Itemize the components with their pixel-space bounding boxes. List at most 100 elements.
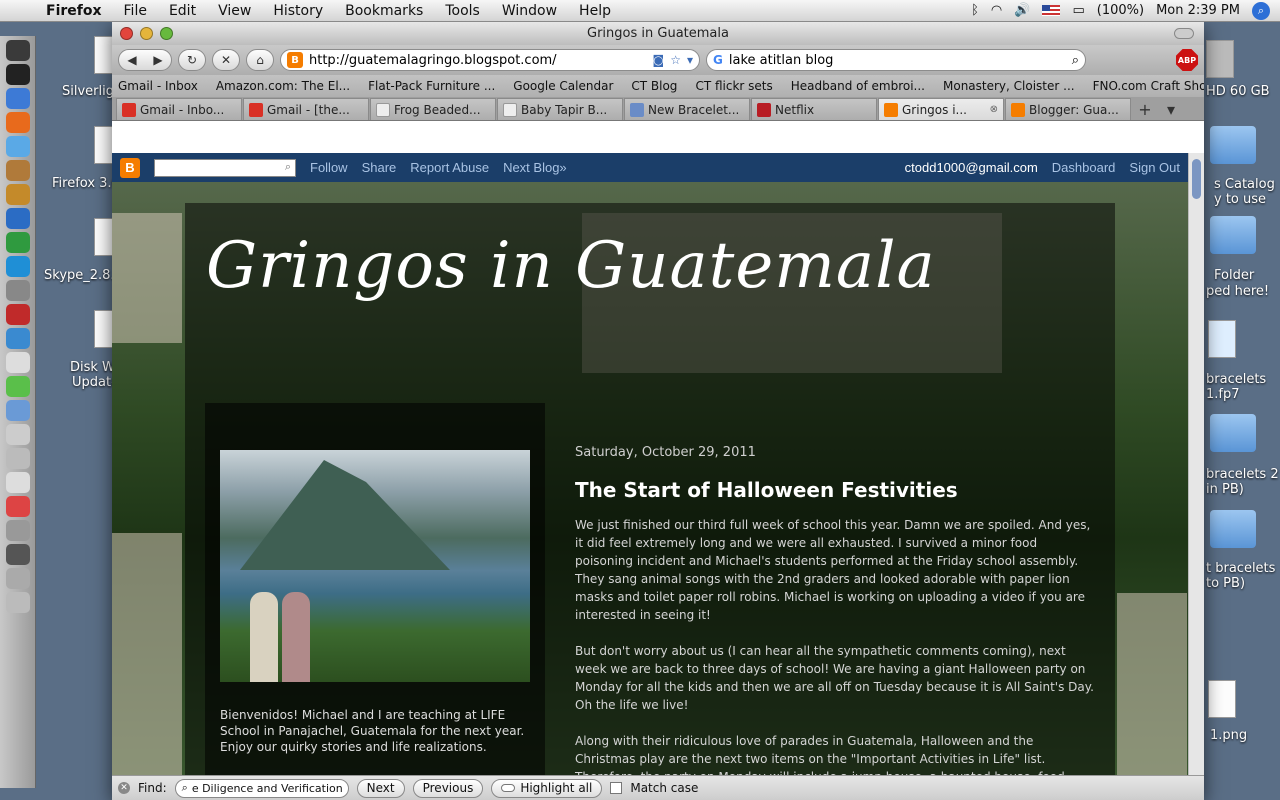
- system-prefs-icon[interactable]: [5, 328, 30, 349]
- app-icon[interactable]: [5, 376, 30, 397]
- adblock-plus-icon[interactable]: ABP: [1176, 49, 1198, 71]
- bookmark-item[interactable]: Google Calendar: [513, 79, 631, 93]
- preview-icon[interactable]: [5, 424, 30, 445]
- bookmark-item[interactable]: Gmail - Inbox: [118, 79, 216, 93]
- menu-bookmarks[interactable]: Bookmarks: [334, 3, 434, 19]
- desktop-label[interactable]: Firefox 3.6: [52, 176, 120, 191]
- folder-icon[interactable]: [1210, 510, 1256, 548]
- help-icon[interactable]: [5, 280, 30, 301]
- input-flag-icon[interactable]: [1042, 5, 1061, 16]
- menu-tools[interactable]: Tools: [434, 3, 491, 19]
- iphoto-icon[interactable]: [5, 160, 30, 181]
- folder-icon[interactable]: [1210, 216, 1256, 254]
- mail-icon[interactable]: [5, 400, 30, 421]
- firefox-icon[interactable]: [5, 112, 30, 133]
- highlight-all-button[interactable]: Highlight all: [491, 778, 603, 798]
- profile-photo[interactable]: [220, 450, 530, 682]
- folder-icon[interactable]: [1210, 126, 1256, 164]
- sign-out-link[interactable]: Sign Out: [1129, 160, 1180, 175]
- dashboard-link[interactable]: Dashboard: [1052, 160, 1116, 175]
- desktop-label[interactable]: t bracelets: [1206, 561, 1275, 576]
- page-viewport[interactable]: B ⌕ Follow Share Report Abuse Next Blog»…: [112, 153, 1188, 795]
- tab-frog-beaded[interactable]: Frog Beaded...: [370, 98, 496, 120]
- blog-search-input[interactable]: ⌕: [154, 158, 296, 177]
- garageband-icon[interactable]: [5, 184, 30, 205]
- app-icon-3[interactable]: [5, 520, 30, 541]
- menu-edit[interactable]: Edit: [158, 3, 207, 19]
- match-case-label[interactable]: Match case: [630, 781, 698, 795]
- bookmark-item[interactable]: FNO.com Craft Show...: [1093, 79, 1204, 93]
- app-icon-2[interactable]: [5, 496, 30, 517]
- file-icon[interactable]: [1208, 320, 1236, 358]
- desktop-label[interactable]: bracelets: [1206, 372, 1266, 387]
- search-icon[interactable]: ⌕: [285, 161, 291, 174]
- forward-arrow-icon[interactable]: ▶: [153, 53, 162, 67]
- bookmark-item[interactable]: Monastery, Cloister ...: [943, 79, 1093, 93]
- menu-window[interactable]: Window: [491, 3, 568, 19]
- bookmark-item[interactable]: Flat-Pack Furniture ...: [368, 79, 513, 93]
- tab-baby-tapir[interactable]: Baby Tapir B...: [497, 98, 623, 120]
- excel-icon[interactable]: [5, 232, 30, 253]
- reload-button[interactable]: ↻: [178, 49, 206, 71]
- menu-file[interactable]: File: [113, 3, 158, 19]
- bookmark-item[interactable]: Amazon.com: The El...: [216, 79, 368, 93]
- search-bar[interactable]: G lake atitlan blog ⌕: [706, 49, 1086, 71]
- itunes-icon[interactable]: [5, 136, 30, 157]
- tab-new-bracelet[interactable]: New Bracelet...: [624, 98, 750, 120]
- wifi-icon[interactable]: ◠: [991, 3, 1002, 18]
- minimize-window-button[interactable]: [140, 27, 153, 40]
- hard-drive-icon[interactable]: [1206, 40, 1234, 78]
- url-bar[interactable]: B http://guatemalagringo.blogspot.com/ ◙…: [280, 49, 700, 71]
- match-case-checkbox[interactable]: [610, 782, 623, 794]
- bookmark-star-icon[interactable]: ☆: [670, 53, 681, 67]
- google-engine-icon[interactable]: G: [713, 53, 723, 67]
- tab-gringos-active[interactable]: Gringos i... ⊗: [878, 98, 1004, 120]
- share-link[interactable]: Share: [362, 160, 397, 175]
- toolbar-toggle-button[interactable]: [1174, 28, 1194, 39]
- find-next-button[interactable]: Next: [356, 778, 405, 798]
- bluetooth-icon[interactable]: ᛒ: [971, 3, 979, 18]
- next-blog-link[interactable]: Next Blog»: [503, 160, 567, 175]
- menu-history[interactable]: History: [262, 3, 334, 19]
- desktop-label[interactable]: ped here!: [1206, 284, 1269, 299]
- bookmark-item[interactable]: CT flickr sets: [695, 79, 790, 93]
- close-window-button[interactable]: [120, 27, 133, 40]
- png-file-icon[interactable]: [1208, 680, 1236, 718]
- bookmark-item[interactable]: Headband of embroi...: [791, 79, 943, 93]
- utility-icon[interactable]: [5, 352, 30, 373]
- app-icon-4[interactable]: [5, 544, 30, 565]
- follow-link[interactable]: Follow: [310, 160, 348, 175]
- document-icon[interactable]: [5, 472, 30, 493]
- skype-icon[interactable]: [5, 256, 30, 277]
- desktop-label[interactable]: in PB): [1206, 482, 1244, 497]
- finder-icon[interactable]: [5, 40, 30, 61]
- safari-icon[interactable]: [5, 88, 30, 109]
- back-arrow-icon[interactable]: ◀: [127, 53, 136, 67]
- menu-view[interactable]: View: [207, 3, 262, 19]
- find-input-value[interactable]: e Diligence and Verification: [192, 782, 343, 795]
- scrollbar-thumb[interactable]: [1192, 159, 1201, 199]
- report-abuse-link[interactable]: Report Abuse: [410, 160, 489, 175]
- trash-icon[interactable]: [5, 592, 30, 613]
- tab-gmail-inbox[interactable]: Gmail - Inbo...: [116, 98, 242, 120]
- window-titlebar[interactable]: Gringos in Guatemala: [112, 22, 1204, 45]
- desktop-label[interactable]: y to use: [1214, 192, 1266, 207]
- volume-icon[interactable]: 🔊: [1014, 3, 1030, 18]
- search-input[interactable]: lake atitlan blog: [729, 53, 1066, 68]
- tab-blogger[interactable]: Blogger: Gua...: [1005, 98, 1131, 120]
- word-icon[interactable]: [5, 208, 30, 229]
- home-button[interactable]: ⌂: [246, 49, 274, 71]
- close-tab-icon[interactable]: ⊗: [990, 104, 998, 115]
- downloads-icon[interactable]: [5, 568, 30, 589]
- bookmark-item[interactable]: CT Blog: [631, 79, 695, 93]
- desktop-label[interactable]: Folder: [1214, 268, 1254, 283]
- folder-icon[interactable]: [1210, 414, 1256, 452]
- blogger-logo-icon[interactable]: B: [120, 157, 140, 178]
- battery-icon[interactable]: ▭: [1072, 3, 1084, 18]
- post-title[interactable]: The Start of Halloween Festivities: [575, 478, 1095, 502]
- find-previous-button[interactable]: Previous: [412, 778, 484, 798]
- desktop-label[interactable]: 1.fp7: [1206, 387, 1240, 402]
- desktop-label[interactable]: to PB): [1206, 576, 1245, 591]
- printer-icon[interactable]: [5, 448, 30, 469]
- zoom-window-button[interactable]: [160, 27, 173, 40]
